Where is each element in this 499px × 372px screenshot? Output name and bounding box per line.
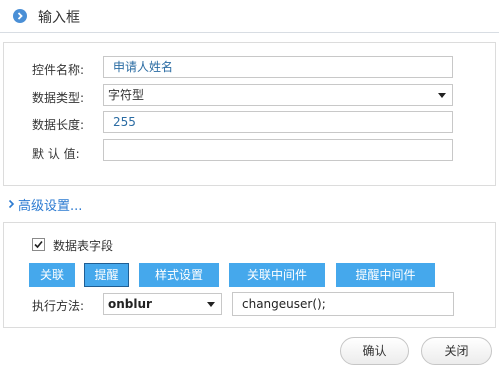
exec-event-select[interactable]: onblur — [103, 293, 222, 315]
link-middleware-button[interactable]: 关联中间件 — [229, 263, 325, 287]
confirm-button[interactable]: 确认 — [340, 337, 409, 365]
data-length-input[interactable]: 255 — [103, 111, 453, 133]
data-type-label: 数据类型: — [32, 91, 85, 105]
dropdown-arrow-icon — [207, 302, 215, 307]
default-value-label: 默 认 值: — [32, 147, 80, 161]
link-button[interactable]: 关联 — [29, 263, 75, 287]
control-name-input[interactable]: 申请人姓名 — [103, 56, 453, 78]
data-type-select[interactable]: 字符型 — [103, 84, 453, 106]
data-length-label: 数据长度: — [32, 118, 85, 132]
exec-handler-input[interactable]: changeuser(); — [232, 292, 454, 316]
exec-event-value: onblur — [108, 297, 152, 311]
dropdown-arrow-icon — [438, 93, 446, 98]
chevron-right-circle-icon — [13, 9, 27, 23]
default-value-input[interactable] — [103, 139, 453, 161]
table-field-label: 数据表字段 — [53, 239, 114, 253]
dialog-title: 输入框 — [38, 10, 80, 26]
data-type-value: 字符型 — [108, 88, 145, 102]
exec-method-label: 执行方法: — [32, 299, 85, 313]
control-name-label: 控件名称: — [32, 63, 85, 77]
remind-middleware-button[interactable]: 提醒中间件 — [336, 263, 435, 287]
remind-button[interactable]: 提醒 — [84, 263, 129, 287]
close-button[interactable]: 关闭 — [421, 337, 492, 365]
style-settings-button[interactable]: 样式设置 — [139, 263, 219, 287]
advanced-settings-label: 高级设置... — [18, 199, 83, 214]
table-field-checkbox[interactable] — [32, 238, 45, 251]
dialog-titlebar: 输入框 — [0, 0, 499, 33]
chevron-right-icon — [8, 198, 15, 212]
